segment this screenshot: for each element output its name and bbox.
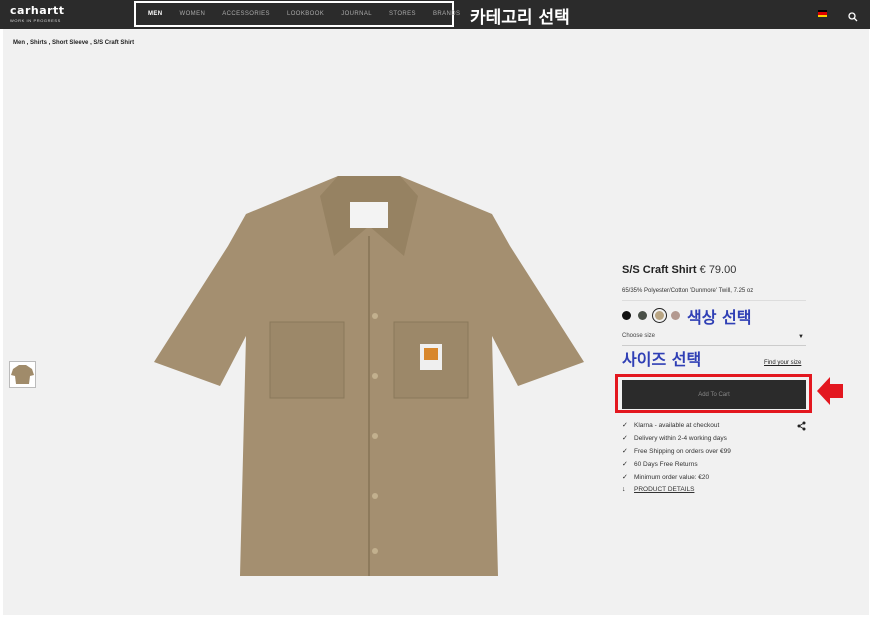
carhartt-logo[interactable]: carhartt WORK IN PROGRESS: [10, 5, 65, 23]
nav-brands[interactable]: BRANDS: [433, 11, 460, 17]
feature-text: Delivery within 2-4 working days: [634, 434, 727, 442]
check-icon: ✓: [622, 474, 628, 481]
share-icon[interactable]: [797, 421, 806, 431]
product-image: [154, 176, 584, 576]
color-annotation: 색상 선택: [687, 308, 752, 327]
check-icon: ✓: [622, 435, 628, 442]
breadcrumb: Men , Shirts , Short Sleeve , S/S Craft …: [13, 40, 134, 46]
feature-text: Minimum order value: €20: [634, 473, 710, 481]
nav-journal[interactable]: JOURNAL: [341, 11, 372, 17]
nav-accessories[interactable]: ACCESSORIES: [222, 11, 270, 17]
find-your-size-link[interactable]: Find your size: [764, 360, 801, 366]
feature-text: Klarna - available at checkout: [634, 421, 720, 429]
product-details-link[interactable]: PRODUCT DETAILS: [634, 486, 694, 493]
product-name: S/S Craft Shirt: [622, 264, 697, 276]
category-nav: MEN WOMEN ACCESSORIES LOOKBOOK JOURNAL S…: [134, 1, 460, 27]
breadcrumb-men[interactable]: Men: [13, 40, 25, 46]
feature-delivery: ✓ Delivery within 2-4 working days: [622, 434, 727, 443]
product-details-row: ↓ PRODUCT DETAILS: [622, 486, 694, 493]
top-navigation-bar: carhartt WORK IN PROGRESS MEN WOMEN ACCE…: [0, 0, 870, 29]
check-icon: ✓: [622, 448, 628, 455]
feature-returns: ✓ 60 Days Free Returns: [622, 460, 698, 469]
product-material: 65/35% Polyester/Cotton 'Dunmore' Twill,…: [622, 288, 754, 294]
chevron-down-icon: ▼: [798, 334, 804, 340]
size-annotation: 사이즈 선택: [622, 350, 702, 369]
check-icon: ✓: [622, 422, 628, 429]
feature-minimum-order: ✓ Minimum order value: €20: [622, 473, 710, 482]
product-title: S/S Craft Shirt € 79.00: [622, 264, 736, 276]
add-to-cart-button[interactable]: Add To Cart: [622, 380, 806, 409]
feature-text: 60 Days Free Returns: [634, 460, 698, 468]
breadcrumb-short-sleeve[interactable]: Short Sleeve: [52, 40, 88, 46]
size-select[interactable]: Choose size ▼: [622, 333, 806, 346]
color-swatch-black[interactable]: [622, 311, 631, 320]
germany-flag-icon[interactable]: [818, 10, 827, 17]
divider: [622, 300, 806, 301]
logo-tagline: WORK IN PROGRESS: [10, 18, 61, 23]
nav-women[interactable]: WOMEN: [180, 11, 206, 17]
nav-stores[interactable]: STORES: [389, 11, 416, 17]
color-swatch-rose[interactable]: [671, 311, 680, 320]
feature-klarna: ✓ Klarna - available at checkout: [622, 421, 720, 430]
search-icon[interactable]: [848, 9, 858, 27]
breadcrumb-current: S/S Craft Shirt: [93, 40, 135, 46]
arrow-down-icon: ↓: [622, 486, 626, 493]
product-price: € 79.00: [699, 264, 737, 276]
size-placeholder: Choose size: [622, 333, 656, 339]
nav-lookbook[interactable]: LOOKBOOK: [287, 11, 324, 17]
feature-text: Free Shipping on orders over €99: [634, 447, 731, 455]
color-swatch-beige[interactable]: [655, 311, 664, 320]
breadcrumb-shirts[interactable]: Shirts: [30, 40, 47, 46]
feature-free-shipping: ✓ Free Shipping on orders over €99: [622, 447, 731, 456]
arrow-left-icon: [817, 377, 843, 405]
product-thumbnail[interactable]: [9, 361, 36, 388]
check-icon: ✓: [622, 461, 628, 468]
color-swatch-dark-grey[interactable]: [638, 311, 647, 320]
nav-men[interactable]: MEN: [148, 11, 163, 17]
category-annotation: 카테고리 선택: [470, 8, 570, 28]
logo-text: carhartt: [10, 4, 65, 17]
